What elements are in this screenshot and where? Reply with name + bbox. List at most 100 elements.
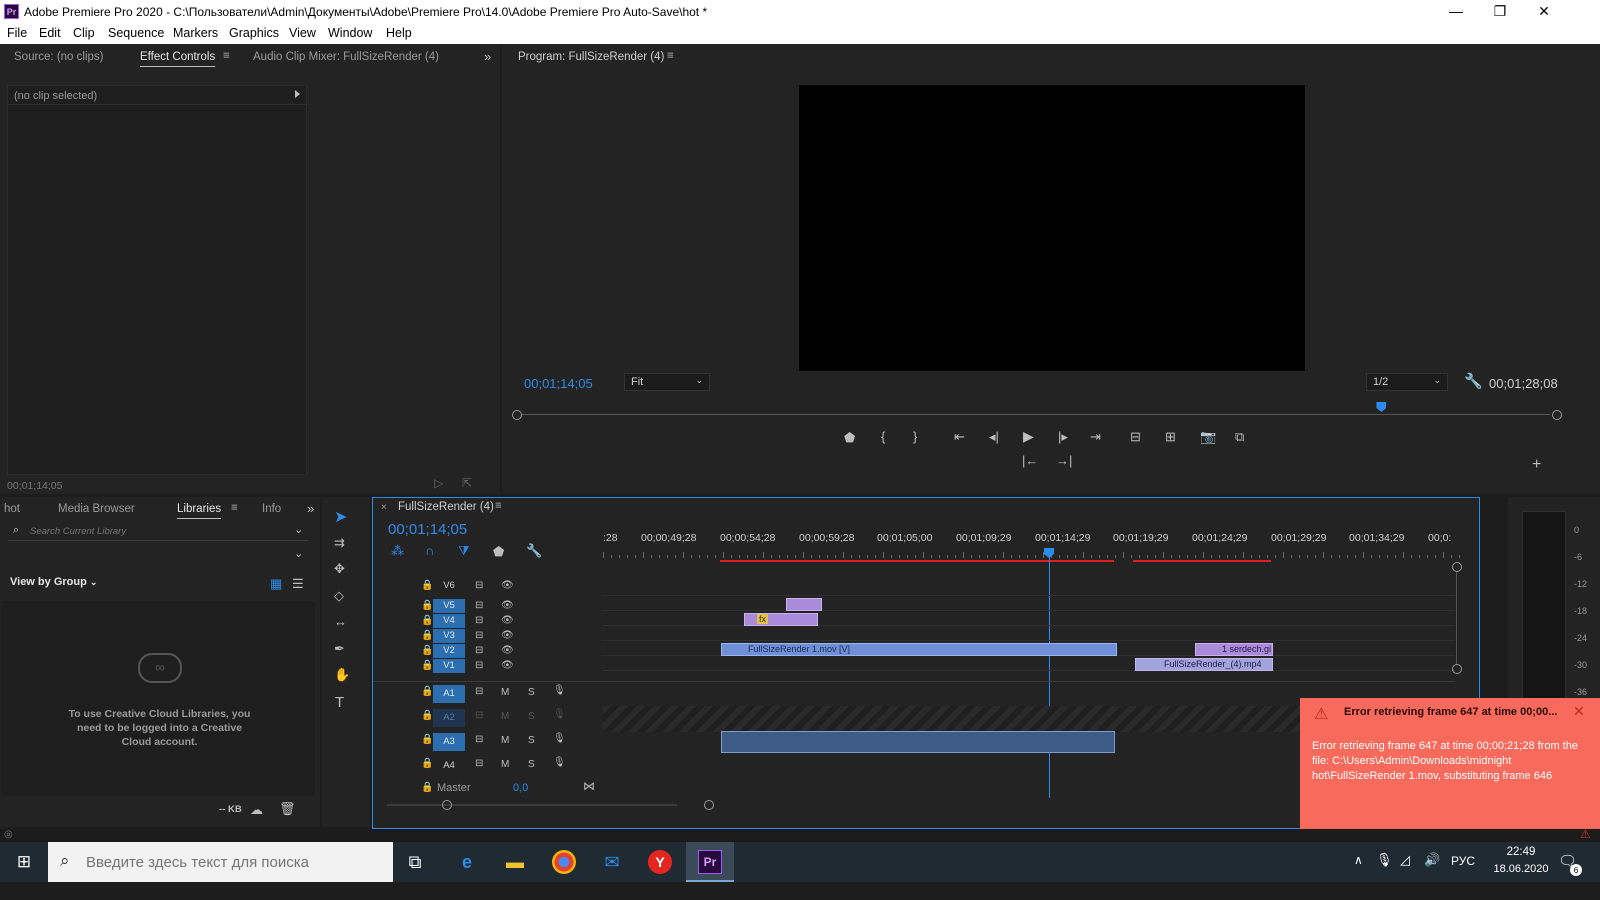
solo-button[interactable]: S <box>528 735 535 746</box>
zoom-handle-right[interactable] <box>704 800 714 810</box>
nest-icon[interactable]: ⁂ <box>391 543 404 559</box>
v1-clip[interactable]: FullSizeRender_(4).mp4 <box>1135 658 1273 671</box>
tab-info[interactable]: Info <box>262 503 281 515</box>
restore-button[interactable]: ❐ <box>1478 0 1522 24</box>
v2-clip[interactable]: FullSizeRender 1.mov [V] <box>721 643 1117 656</box>
export-icon[interactable]: ⇱ <box>462 476 472 490</box>
step-forward-icon[interactable]: |▸ <box>1058 429 1068 445</box>
library-dropdown-icon[interactable]: ⌄ <box>294 547 303 560</box>
eye-icon[interactable]: 👁 <box>501 615 514 626</box>
track-select-tool-icon[interactable]: ⇉ <box>334 535 345 551</box>
hand-tool-icon[interactable]: ✋ <box>334 667 350 683</box>
resolution-dropdown[interactable]: 1/2 ⌄ <box>1366 373 1448 391</box>
ripple-edit-tool-icon[interactable]: ✥ <box>334 561 345 577</box>
lock-icon[interactable]: 🔒 <box>421 710 433 721</box>
export-frame-icon[interactable]: 📷 <box>1200 429 1216 445</box>
chrome-icon[interactable] <box>552 850 576 874</box>
sync-lock-icon[interactable]: ⊟ <box>475 660 483 671</box>
master-toggle-icon[interactable]: ⋈ <box>583 779 595 793</box>
lock-icon[interactable]: 🔒 <box>421 615 433 626</box>
timeline-timecode[interactable]: 00;01;14;05 <box>388 521 467 538</box>
close-button[interactable]: ✕ <box>1522 0 1566 24</box>
clock-time[interactable]: 22:49 <box>1496 846 1546 858</box>
library-search[interactable]: ⌕ ⌄ <box>8 521 308 541</box>
filter-icon[interactable]: ▷ <box>434 476 443 490</box>
warning-status-icon[interactable]: ⚠ <box>1580 827 1591 841</box>
menu-sequence[interactable]: Sequence <box>108 26 164 40</box>
time-ruler[interactable]: :28 00;00;49;28 00;00;54;28 00;00;59;28 … <box>603 530 1463 568</box>
mute-button[interactable]: M <box>501 711 509 722</box>
solo-button[interactable]: S <box>528 759 535 770</box>
menu-view[interactable]: View <box>289 26 316 40</box>
error-close-button[interactable]: ✕ <box>1573 703 1585 720</box>
master-value[interactable]: 0,0 <box>513 782 528 794</box>
go-to-in-point-icon[interactable]: |← <box>1022 453 1038 468</box>
eye-icon[interactable]: 👁 <box>501 600 514 611</box>
menu-file[interactable]: File <box>7 26 27 40</box>
volume-icon[interactable]: 🔊 <box>1424 852 1440 868</box>
program-menu-icon[interactable]: ≡ <box>667 50 674 62</box>
sync-lock-icon[interactable]: ⊟ <box>475 758 483 769</box>
microphone-icon[interactable]: 🎙 <box>553 709 566 720</box>
program-scrubber[interactable] <box>512 402 1562 420</box>
in-handle[interactable] <box>512 410 522 420</box>
file-explorer-icon[interactable]: ▬ <box>503 850 527 874</box>
fit-dropdown[interactable]: Fit ⌄ <box>624 373 710 391</box>
lock-icon[interactable]: 🔒 <box>421 645 433 656</box>
work-area-bar[interactable] <box>720 560 1114 562</box>
eye-icon[interactable]: 👁 <box>501 645 514 656</box>
tray-expand-icon[interactable]: ∧ <box>1354 853 1363 867</box>
lock-icon[interactable]: 🔒 <box>421 580 433 591</box>
microphone-tray-icon[interactable]: 🎙 <box>1376 852 1393 868</box>
lock-icon[interactable]: 🔒 <box>421 758 433 769</box>
program-playhead[interactable] <box>1376 402 1387 412</box>
wrench-icon[interactable]: 🔧 <box>1464 372 1483 390</box>
pen-tool-icon[interactable]: ✒ <box>334 641 345 657</box>
track-v3[interactable]: V3 <box>433 629 465 643</box>
out-handle[interactable] <box>1552 410 1562 420</box>
razor-tool-icon[interactable]: ◇ <box>334 588 344 604</box>
video-preview[interactable] <box>799 85 1305 371</box>
track-a2[interactable]: A2 <box>433 709 465 727</box>
mute-button[interactable]: M <box>501 759 509 770</box>
add-marker-icon[interactable]: ⬟ <box>493 544 504 560</box>
mute-button[interactable]: M <box>501 735 509 746</box>
program-monitor-title[interactable]: Program: FullSizeRender (4) <box>518 51 664 63</box>
render-status-icon[interactable]: ◎ <box>4 829 13 840</box>
tab-source[interactable]: Source: (no clips) <box>14 51 103 63</box>
view-by-group-dropdown[interactable]: View by Group ⌄ <box>10 576 97 588</box>
mark-out-icon[interactable]: } <box>913 429 917 444</box>
lock-icon[interactable]: 🔒 <box>421 782 433 793</box>
a3-audio-clip[interactable] <box>721 731 1115 753</box>
panel-overflow-icon[interactable]: » <box>484 49 491 64</box>
eye-icon[interactable]: 👁 <box>501 580 514 591</box>
track-v1[interactable]: V1 <box>433 659 465 673</box>
mute-button[interactable]: M <box>501 687 509 698</box>
eye-icon[interactable]: 👁 <box>501 660 514 671</box>
chevron-down-icon[interactable]: ⌄ <box>294 523 303 536</box>
premiere-taskbar-button[interactable]: Pr <box>686 842 734 882</box>
sync-lock-icon[interactable]: ⊟ <box>475 686 483 697</box>
lock-icon[interactable]: 🔒 <box>421 686 433 697</box>
program-timecode[interactable]: 00;01;14;05 <box>524 376 593 391</box>
menu-help[interactable]: Help <box>386 26 412 40</box>
v4-clip[interactable]: fx <box>744 613 818 626</box>
minimize-button[interactable]: — <box>1434 0 1478 24</box>
v2-gif-clip[interactable]: 1 serdech.gi <box>1195 643 1273 656</box>
play-icon[interactable]: ▶ <box>1023 428 1034 445</box>
track-a3[interactable]: A3 <box>433 733 465 751</box>
linked-selection-icon[interactable]: ⧩ <box>458 543 470 559</box>
sequence-tab[interactable]: FullSizeRender (4) <box>398 501 494 513</box>
work-area-bar-2[interactable] <box>1133 560 1271 562</box>
list-view-icon[interactable]: ☰ <box>292 576 304 592</box>
add-button-icon[interactable]: + <box>1532 456 1541 474</box>
tab-media-browser[interactable]: Media Browser <box>58 503 135 515</box>
solo-button[interactable]: S <box>528 687 535 698</box>
taskbar-search[interactable]: ⌕ <box>48 842 393 882</box>
sync-lock-icon[interactable]: ⊟ <box>475 600 483 611</box>
type-tool-icon[interactable]: T <box>335 694 344 711</box>
windows-start-icon[interactable]: ⊞ <box>12 850 36 874</box>
sequence-menu-icon[interactable]: ≡ <box>495 500 502 512</box>
tab-menu-icon[interactable]: ≡ <box>223 50 230 62</box>
vertical-zoom-handle-top[interactable] <box>1452 562 1462 572</box>
